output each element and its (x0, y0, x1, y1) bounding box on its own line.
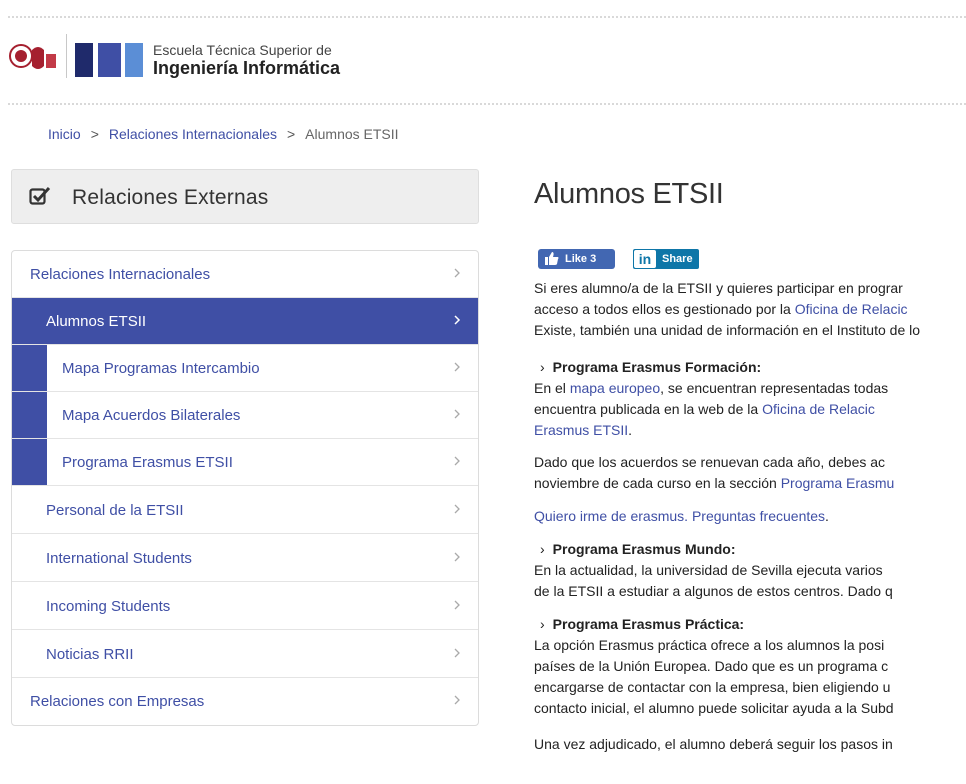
chevron-right-icon (454, 268, 460, 278)
university-seal-logo[interactable] (8, 36, 58, 76)
body-line: de la ETSII a estudiar a algunos de esto… (534, 583, 893, 599)
logo-block-3 (125, 43, 143, 77)
facebook-like-button[interactable]: Like 3 (538, 249, 615, 269)
sidebar-item-label: Noticias RRII (46, 646, 134, 663)
sidebar-item-relaciones-internacionales[interactable]: Relaciones Internacionales (12, 251, 478, 298)
sidebar-item-label: Mapa Acuerdos Bilaterales (62, 407, 241, 424)
chevron-right-icon (454, 600, 460, 610)
breadcrumb-separator: > (90, 126, 99, 142)
intro-text: acceso a todos ellos es gestionado por l… (534, 301, 795, 317)
linkedin-share-label: Share (662, 253, 693, 265)
sidebar-item-label: Incoming Students (46, 598, 171, 615)
chevron-right-icon (454, 456, 460, 466)
body-line: Dado que los acuerdos se renuevan cada a… (534, 454, 886, 470)
chevron-right-icon: › (540, 541, 545, 557)
body-line: En la actualidad, la universidad de Sevi… (534, 562, 883, 578)
header-divider (8, 103, 966, 105)
page-title: Alumnos ETSII (534, 178, 724, 210)
chevron-right-icon (454, 315, 461, 325)
section-heading-text: Programa Erasmus Práctica: (552, 616, 745, 632)
section-heading-erasmus-formacion: › Programa Erasmus Formación: (540, 357, 761, 378)
logo-block-1 (75, 43, 93, 77)
intro-line: Existe, también una unidad de informació… (534, 322, 921, 338)
breadcrumb-current: Alumnos ETSII (305, 126, 399, 142)
sidebar-item-alumnos-etsii[interactable]: Alumnos ETSII (12, 298, 478, 345)
breadcrumb-home-link[interactable]: Inicio (48, 126, 81, 142)
submenu-indicator (12, 439, 47, 485)
school-name-line1: Escuela Técnica Superior de (153, 42, 332, 58)
sidebar-item-label: Mapa Programas Intercambio (62, 360, 260, 377)
linkedin-icon: in (634, 250, 656, 268)
sidebar-item-relaciones-empresas[interactable]: Relaciones con Empresas (12, 678, 478, 725)
sidebar-item-label: Relaciones con Empresas (30, 693, 205, 710)
oficina-relaciones-link[interactable]: Oficina de Relacic (795, 301, 908, 317)
sidebar-item-mapa-programas[interactable]: Mapa Programas Intercambio (12, 345, 478, 392)
chevron-right-icon (454, 409, 460, 419)
school-name-line2: Ingeniería Informática (153, 58, 341, 78)
body-text: . (825, 508, 829, 524)
chevron-right-icon: › (540, 616, 545, 632)
logo-block-2 (98, 43, 121, 77)
mapa-europeo-link[interactable]: mapa europeo (570, 380, 660, 396)
section-heading-erasmus-mundo: › Programa Erasmus Mundo: (540, 539, 736, 560)
faq-erasmus-link[interactable]: Quiero irme de erasmus. Preguntas frecue… (534, 508, 825, 524)
body-line: encargarse de contactar con la empresa, … (534, 679, 891, 695)
checkbox-icon (29, 186, 51, 211)
chevron-right-icon (454, 648, 460, 658)
body-line: contacto inicial, el alumno puede solici… (534, 700, 894, 716)
sidebar-item-label: Relaciones Internacionales (30, 266, 211, 283)
sidebar-item-international-students[interactable]: International Students (12, 535, 478, 582)
section-heading-text: Programa Erasmus Mundo: (552, 541, 736, 557)
sidebar-item-incoming-students[interactable]: Incoming Students (12, 583, 478, 630)
sidebar-item-mapa-acuerdos[interactable]: Mapa Acuerdos Bilaterales (12, 392, 478, 439)
sidebar-header: Relaciones Externas (11, 169, 479, 224)
top-divider (8, 16, 966, 18)
chevron-right-icon (454, 695, 460, 705)
sidebar-item-noticias-rrii[interactable]: Noticias RRII (12, 631, 478, 678)
sidebar-item-label: Personal de la ETSII (46, 502, 184, 519)
facebook-like-label: Like 3 (565, 253, 597, 265)
sidebar-item-label: Alumnos ETSII (46, 313, 147, 330)
body-line: Erasmus ETSII. (534, 420, 632, 441)
body-line: encuentra publicada en la web de la Ofic… (534, 399, 875, 420)
intro-line: Si eres alumno/a de la ETSII y quieres p… (534, 280, 903, 296)
body-line: países de la Unión Europea. Dado que es … (534, 658, 889, 674)
body-line: La opción Erasmus práctica ofrece a los … (534, 637, 885, 653)
body-text: encuentra publicada en la web de la (534, 401, 763, 417)
sidebar-item-label: Programa Erasmus ETSII (62, 454, 233, 471)
body-line: Una vez adjudicado, el alumno deberá seg… (534, 736, 893, 752)
section-heading-erasmus-practica: › Programa Erasmus Práctica: (540, 614, 744, 635)
body-text: , se encuentran representadas todas (660, 380, 889, 396)
linkedin-share-button[interactable]: in Share (633, 249, 699, 269)
intro-line: acceso a todos ellos es gestionado por l… (534, 299, 908, 320)
chevron-right-icon: › (540, 359, 545, 375)
sidebar-header-title: Relaciones Externas (72, 186, 269, 209)
breadcrumb-separator: > (286, 126, 296, 142)
body-text: noviembre de cada curso en la sección (534, 475, 781, 491)
erasmus-etsii-link[interactable]: Erasmus ETSII (534, 422, 628, 438)
logo-separator (66, 34, 67, 78)
sidebar-item-programa-erasmus[interactable]: Programa Erasmus ETSII (12, 439, 478, 486)
breadcrumb-relaciones-link[interactable]: Relaciones Internacionales (109, 126, 277, 142)
programa-erasmus-link[interactable]: Programa Erasmu (781, 475, 895, 491)
body-line: Quiero irme de erasmus. Preguntas frecue… (534, 506, 829, 527)
chevron-right-icon (454, 362, 460, 372)
body-text: . (628, 422, 633, 438)
sidebar-menu: Relaciones Internacionales Alumnos ETSII… (11, 250, 479, 726)
section-heading-text: Programa Erasmus Formación: (552, 359, 762, 375)
thumbs-up-icon (545, 252, 559, 268)
body-line: noviembre de cada curso en la sección Pr… (534, 473, 894, 494)
breadcrumb: Inicio > Relaciones Internacionales > Alumno… (48, 126, 399, 142)
oficina-relaciones-link[interactable]: Oficina de Relacic (762, 401, 875, 417)
body-line: En el mapa europeo, se encuentran repres… (534, 378, 888, 399)
chevron-right-icon (454, 552, 460, 562)
sidebar-item-label: International Students (46, 550, 192, 567)
body-text: En el (534, 380, 570, 396)
chevron-right-icon (454, 504, 460, 514)
sidebar-item-personal-etsii[interactable]: Personal de la ETSII (12, 487, 478, 534)
submenu-indicator (12, 345, 47, 391)
submenu-indicator (12, 392, 47, 438)
